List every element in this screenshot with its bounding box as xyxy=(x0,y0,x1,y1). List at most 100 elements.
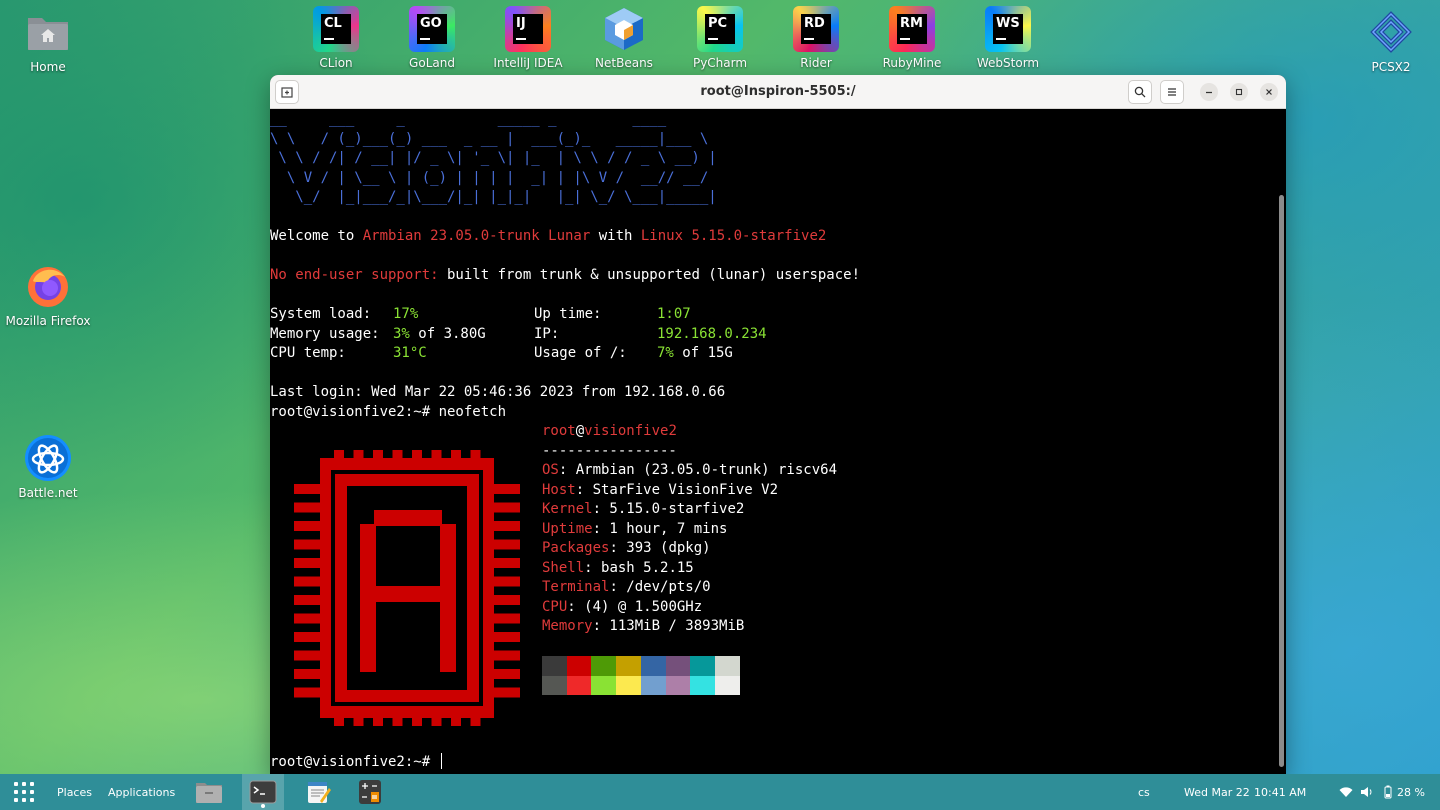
armbian-logo xyxy=(294,450,520,726)
neofetch-row: Packages: 393 (dpkg) xyxy=(542,540,711,556)
battery-icon xyxy=(1384,785,1392,799)
desktop-icon-pcsx2[interactable]: PCSX2 xyxy=(1343,8,1439,74)
netbeans-icon xyxy=(601,6,647,52)
launcher-clion[interactable]: CL CLion xyxy=(291,6,381,70)
command-prompt: root@visionfive2:~# xyxy=(270,753,442,773)
speaker-icon xyxy=(1361,787,1372,797)
launcher-webstorm[interactable]: WS WebStorm xyxy=(963,6,1053,70)
launcher-label: WebStorm xyxy=(976,56,1040,70)
maximize-button[interactable] xyxy=(1230,83,1248,101)
text-editor-icon xyxy=(308,782,331,803)
launcher-goland[interactable]: GO GoLand xyxy=(387,6,477,70)
up-time-label: Up time: xyxy=(534,306,602,322)
cpu-temp-value: 31°C xyxy=(393,345,427,361)
palette-swatch xyxy=(566,656,592,676)
palette-swatch xyxy=(542,656,567,676)
wifi-status[interactable] xyxy=(1339,774,1353,810)
terminal-scrollbar[interactable] xyxy=(1279,195,1284,767)
palette-swatch xyxy=(566,675,592,695)
palette-swatch xyxy=(665,656,691,676)
new-tab-button[interactable] xyxy=(275,80,299,104)
welcome-line: Welcome to Armbian 23.05.0-trunk Lunar w… xyxy=(270,228,827,244)
close-icon xyxy=(1266,89,1272,95)
ascii-banner-line: \ \ / /| / __| |/ _ \| '_ \| |_ | \ \ / … xyxy=(270,150,717,166)
desktop-icon-battlenet[interactable]: Battle.net xyxy=(0,434,96,500)
minimize-button[interactable] xyxy=(1200,83,1218,101)
neofetch-row: Uptime: 1 hour, 7 mins xyxy=(542,520,728,537)
home-folder-icon xyxy=(24,8,72,56)
clock-date[interactable]: Wed Mar 22 xyxy=(1184,774,1250,810)
close-button[interactable] xyxy=(1260,83,1278,101)
neofetch-row: OS: Armbian (23.05.0-trunk) riscv64 xyxy=(542,462,838,478)
desktop-icon-home[interactable]: Home xyxy=(0,8,96,74)
taskbar-files[interactable] xyxy=(192,774,226,810)
battery-status[interactable]: 28 % xyxy=(1382,774,1425,810)
launcher-label: RubyMine xyxy=(882,56,942,70)
pycharm-icon: PC xyxy=(697,6,743,52)
launcher-pycharm[interactable]: PC PyCharm xyxy=(675,6,765,70)
taskbar-calculator[interactable] xyxy=(354,774,386,810)
desktop-icon-firefox[interactable]: Mozilla Firefox xyxy=(0,262,96,328)
ip-label: IP: xyxy=(534,325,560,342)
command-prompt: root@visionfive2:~# neofetch xyxy=(270,403,507,420)
desktop-icon-label: Battle.net xyxy=(18,486,78,500)
maximize-icon xyxy=(1235,88,1243,96)
rubymine-icon: RM xyxy=(889,6,935,52)
calculator-icon xyxy=(359,780,381,804)
battlenet-icon xyxy=(24,434,72,482)
disk-usage-value: 7% of 15G xyxy=(657,345,733,361)
hamburger-menu-icon xyxy=(1168,88,1176,96)
desktop-icon-label: Home xyxy=(30,60,66,74)
ascii-banner-line: \_/ |_|___/_|\___/|_| |_|_| |_| \_/ \___… xyxy=(270,189,717,205)
app-grid-button[interactable] xyxy=(14,774,36,810)
launcher-label: GoLand xyxy=(409,56,455,70)
battery-percent: 28 % xyxy=(1397,785,1425,799)
ascii-banner-line: \ \ / (_)___(_) ___ _ __ | ___(_)_ _____… xyxy=(270,130,709,147)
places-menu[interactable]: Places xyxy=(57,774,92,810)
launcher-netbeans[interactable]: NetBeans xyxy=(579,6,669,70)
ascii-banner-line: __ ___ _ _____ _ ____ xyxy=(270,111,667,127)
palette-swatch xyxy=(690,656,716,676)
neofetch-row: CPU: (4) @ 1.500GHz xyxy=(542,598,703,615)
support-line: No end-user support: built from trunk & … xyxy=(270,267,861,283)
window-title: root@Inspiron-5505:/ xyxy=(700,84,856,99)
terminal-window[interactable]: root@Inspiron-5505:/ __ ___ _ _____ _ __… xyxy=(270,75,1286,775)
file-manager-icon xyxy=(196,783,222,803)
minimize-icon xyxy=(1206,91,1212,94)
neofetch-separator: ---------------- xyxy=(542,442,677,459)
search-button[interactable] xyxy=(1128,80,1152,104)
system-load-value: 17% xyxy=(393,306,419,322)
new-tab-icon xyxy=(281,87,293,98)
palette-swatch xyxy=(542,675,567,695)
ip-value: 192.168.0.234 xyxy=(657,325,767,342)
applications-menu[interactable]: Applications xyxy=(108,774,175,810)
memory-usage-value: 3% of 3.80G xyxy=(393,325,486,342)
window-titlebar[interactable]: root@Inspiron-5505:/ xyxy=(270,75,1286,109)
terminal-icon xyxy=(249,780,277,804)
desktop-icon-label: PCSX2 xyxy=(1371,60,1411,74)
keyboard-layout[interactable]: cs xyxy=(1138,774,1150,810)
neofetch-row: Host: StarFive VisionFive V2 xyxy=(542,481,779,498)
up-time-value: 1:07 xyxy=(657,306,691,322)
launcher-rider[interactable]: RD Rider xyxy=(771,6,861,70)
launcher-label: IntelliJ IDEA xyxy=(493,56,563,70)
goland-icon: GO xyxy=(409,6,455,52)
neofetch-row: Terminal: /dev/pts/0 xyxy=(542,579,711,595)
palette-swatch xyxy=(591,675,617,695)
disk-usage-label: Usage of /: xyxy=(534,345,627,361)
taskbar-terminal[interactable] xyxy=(242,774,284,810)
palette-swatch xyxy=(714,675,740,695)
intellij-idea-icon: IJ xyxy=(505,6,551,52)
launcher-intellij-idea[interactable]: IJ IntelliJ IDEA xyxy=(483,6,573,70)
launcher-rubymine[interactable]: RM RubyMine xyxy=(867,6,957,70)
clock-time[interactable]: 10:41 AM xyxy=(1254,774,1306,810)
menu-button[interactable] xyxy=(1160,80,1184,104)
active-indicator xyxy=(261,804,265,808)
neofetch-row: Memory: 113MiB / 3893MiB xyxy=(542,618,745,634)
rider-icon: RD xyxy=(793,6,839,52)
terminal-output[interactable]: __ ___ _ _____ _ ____ \ \ / (_)___(_) __… xyxy=(270,110,1276,775)
taskbar-text-editor[interactable] xyxy=(302,774,334,810)
clion-icon: CL xyxy=(313,6,359,52)
palette-swatch xyxy=(714,656,740,676)
volume-control[interactable] xyxy=(1360,774,1374,810)
